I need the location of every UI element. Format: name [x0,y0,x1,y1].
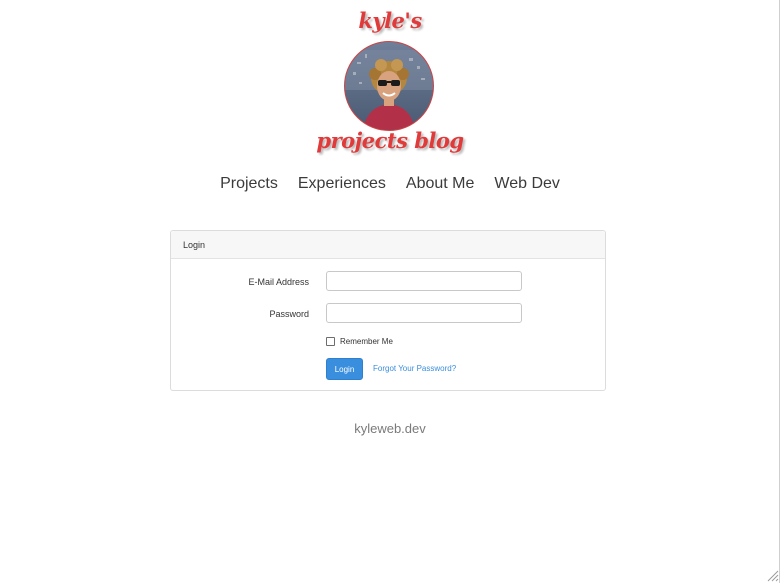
login-card-header: Login [171,231,605,259]
footer-site-name: kyleweb.dev [354,421,426,436]
nav-item-web-dev[interactable]: Web Dev [494,175,560,193]
nav-item-about-me[interactable]: About Me [406,175,474,193]
nav-item-experiences[interactable]: Experiences [298,175,386,193]
resize-grip-icon[interactable] [765,568,779,582]
brand-title-bottom[interactable]: projects blog [0,128,780,153]
remember-me-checkbox[interactable] [326,337,335,346]
password-field[interactable] [326,303,522,323]
email-field[interactable] [326,271,522,291]
main-nav: Projects Experiences About Me Web Dev [0,175,780,193]
remember-me-label[interactable]: Remember Me [340,337,393,346]
page: kyle's projects blog Projects Experience… [0,0,780,583]
login-button[interactable]: Login [326,358,363,380]
brand-title-top[interactable]: kyle's [0,8,780,33]
email-label: E-Mail Address [248,277,309,287]
nav-item-projects[interactable]: Projects [220,175,278,193]
avatar[interactable] [344,41,434,131]
forgot-password-link[interactable]: Forgot Your Password? [373,364,456,373]
login-card: Login E-Mail Address Password Remember M… [170,230,606,391]
remember-me[interactable]: Remember Me [326,337,393,346]
profile-photo-icon [345,42,433,130]
password-label: Password [269,309,309,319]
